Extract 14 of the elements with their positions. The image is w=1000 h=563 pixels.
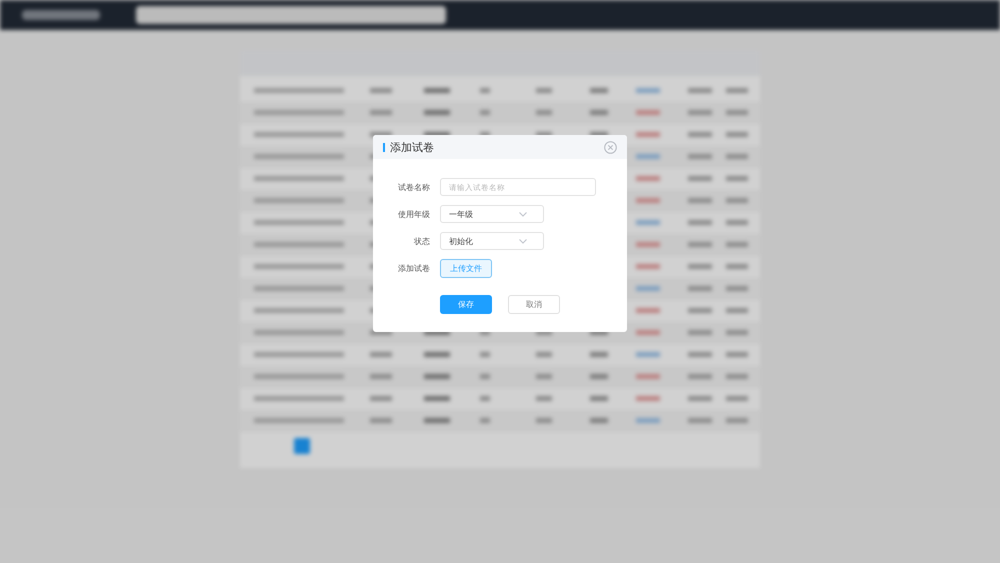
- field-label: 试卷名称: [397, 182, 430, 192]
- select-field[interactable]: 初始化: [440, 232, 544, 250]
- select-field[interactable]: 一年级: [440, 205, 544, 223]
- field-label: 添加试卷: [397, 262, 430, 274]
- chevron-down-icon: [519, 212, 527, 216]
- dialog-title: 添加试卷: [390, 140, 435, 154]
- title-accent-bar: [383, 142, 385, 152]
- field-label: 使用年级: [397, 208, 430, 220]
- save-button[interactable]: 保存: [440, 295, 492, 314]
- close-icon[interactable]: [604, 140, 617, 154]
- field-label: 状态: [413, 236, 430, 246]
- upload-button[interactable]: 上传文件: [440, 258, 492, 278]
- cancel-button[interactable]: 取消: [508, 295, 560, 314]
- chevron-down-icon: [519, 238, 527, 244]
